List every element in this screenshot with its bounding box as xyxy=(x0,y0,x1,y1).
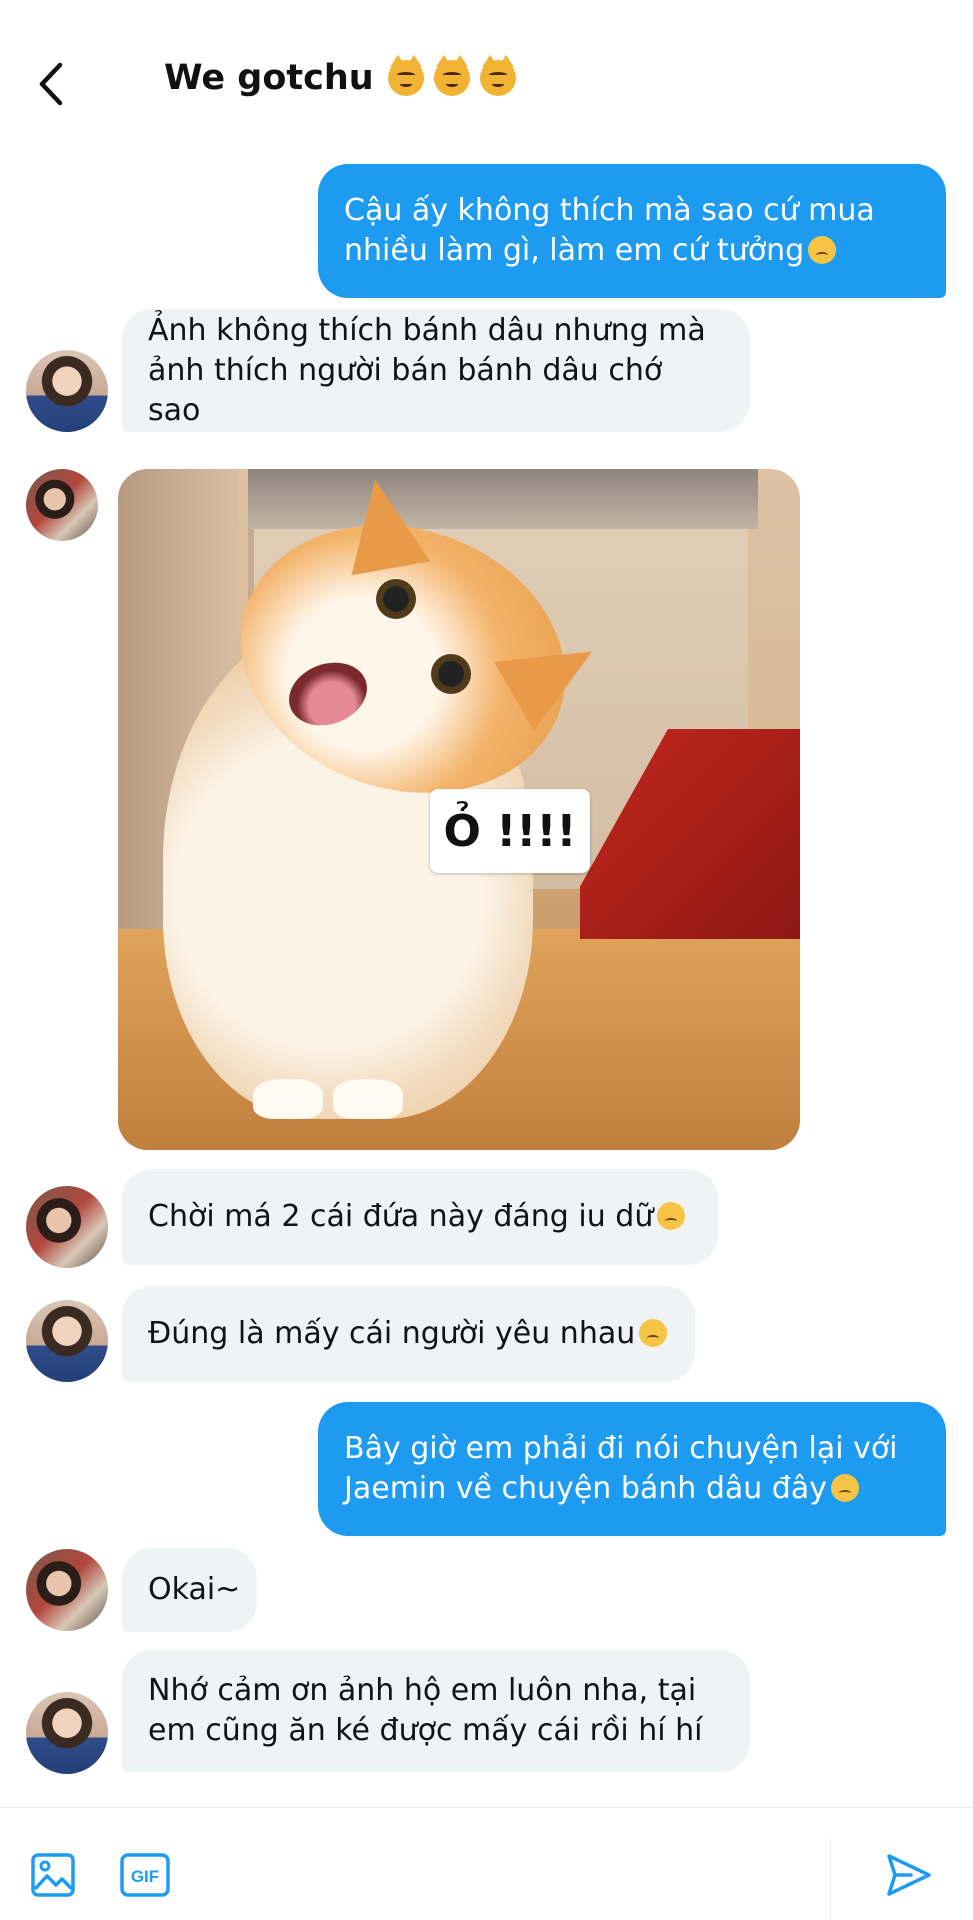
conversation-header: We gotchu xyxy=(0,0,973,160)
avatar[interactable] xyxy=(26,350,108,432)
conversation-title-text: We gotchu xyxy=(164,58,374,98)
message-text: Chời má 2 cái đứa này đáng iu dữ xyxy=(148,1197,686,1237)
message-text: Ảnh không thích bánh dâu nhưng mà ảnh th… xyxy=(148,312,706,428)
message-text: Nhớ cảm ơn ảnh hộ em luôn nha, tại em cũ… xyxy=(148,1673,703,1748)
worried-face-emoji-icon xyxy=(808,236,837,264)
add-image-button[interactable] xyxy=(28,1850,78,1900)
back-button[interactable] xyxy=(26,54,76,114)
message-bubble-incoming[interactable]: Đúng là mấy cái người yêu nhau xyxy=(122,1286,695,1382)
message-bubble-outgoing[interactable]: Cậu ấy không thích mà sao cứ mua nhiều l… xyxy=(318,164,946,298)
kissing-face-emoji-icon xyxy=(639,1319,668,1347)
message-text: Cậu ấy không thích mà sao cứ mua nhiều l… xyxy=(344,193,875,268)
hand-over-mouth-emoji-icon xyxy=(657,1202,686,1230)
avatar[interactable] xyxy=(26,1186,108,1268)
avatar[interactable] xyxy=(26,469,98,541)
svg-text:GIF: GIF xyxy=(131,1867,159,1886)
message-text: Bây giờ em phải đi nói chuyện lại với Ja… xyxy=(344,1431,898,1506)
message-bubble-outgoing[interactable]: Bây giờ em phải đi nói chuyện lại với Ja… xyxy=(318,1402,946,1536)
conversation-title[interactable]: We gotchu xyxy=(164,55,516,98)
message-bubble-incoming[interactable]: Ảnh không thích bánh dâu nhưng mà ảnh th… xyxy=(122,309,750,432)
grinning-cat-emoji-icon xyxy=(433,55,470,96)
gif-icon: GIF xyxy=(120,1853,170,1897)
back-arrow-icon xyxy=(39,62,63,106)
kissing-cat-emoji-icon xyxy=(387,55,424,96)
message-bubble-incoming[interactable]: Okai~ xyxy=(122,1548,257,1632)
pleading-face-emoji-icon xyxy=(830,1474,859,1502)
shared-image-cat[interactable]: Ỏ !!!! xyxy=(118,469,800,1150)
message-bubble-incoming[interactable]: Chời má 2 cái đứa này đáng iu dữ xyxy=(122,1169,718,1265)
message-bubble-incoming[interactable]: Nhớ cảm ơn ảnh hộ em luôn nha, tại em cũ… xyxy=(122,1650,750,1772)
smirking-cat-emoji-icon xyxy=(479,55,516,96)
message-text: Okai~ xyxy=(148,1572,241,1607)
title-emojis xyxy=(387,55,516,96)
image-icon xyxy=(31,1853,75,1897)
message-composer: GIF xyxy=(0,1807,973,1920)
composer-divider xyxy=(830,1838,831,1920)
avatar[interactable] xyxy=(26,1300,108,1382)
send-icon xyxy=(887,1854,931,1896)
send-button[interactable] xyxy=(884,1850,934,1900)
avatar[interactable] xyxy=(26,1692,108,1774)
avatar[interactable] xyxy=(26,1549,108,1631)
image-caption: Ỏ !!!! xyxy=(430,789,590,873)
message-text: Đúng là mấy cái người yêu nhau xyxy=(148,1314,668,1354)
gif-button[interactable]: GIF xyxy=(118,1850,172,1900)
